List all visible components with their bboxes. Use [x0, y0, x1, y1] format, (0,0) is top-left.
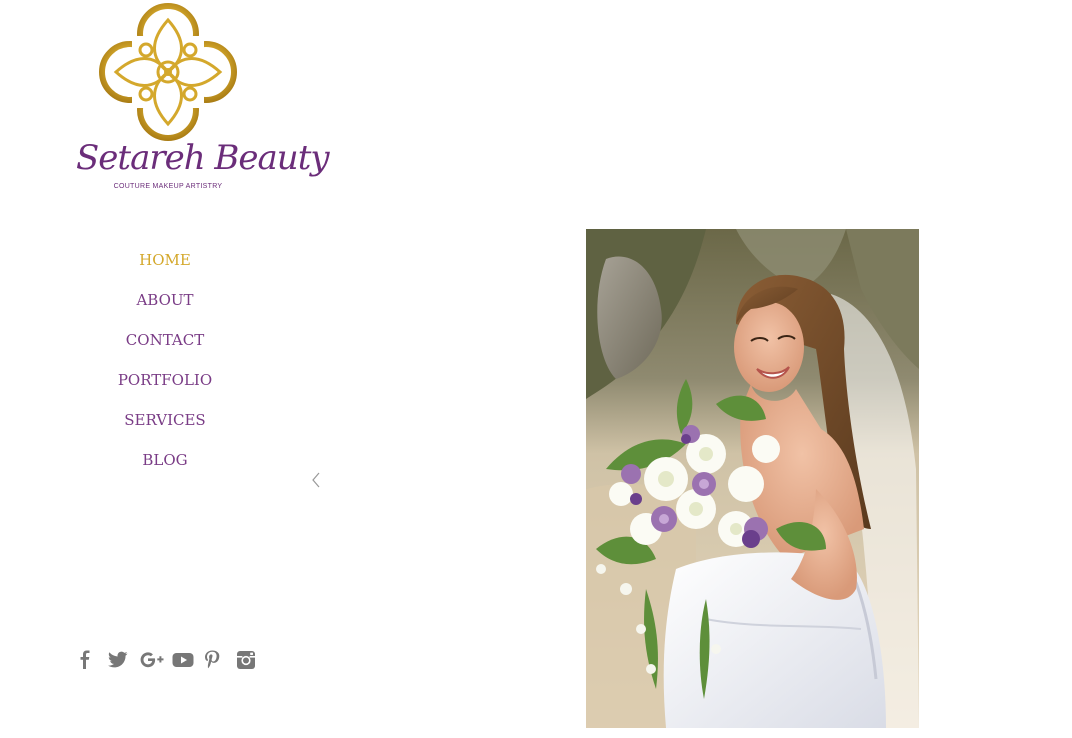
nav-item-services[interactable]: SERVICES [75, 406, 255, 446]
nav-item-about[interactable]: ABOUT [75, 286, 255, 326]
chevron-left-icon[interactable] [309, 471, 323, 489]
bride-with-bouquet-photo[interactable] [586, 229, 919, 728]
nav-item-portfolio[interactable]: PORTFOLIO [75, 366, 255, 406]
google-plus-icon[interactable] [140, 648, 172, 672]
instagram-icon[interactable] [236, 648, 268, 672]
ornament-emblem [99, 3, 237, 141]
site-logo[interactable]: Setareh Beauty COUTURE MAKEUP ARTISTRY [76, 0, 330, 198]
brand-name: Setareh Beauty [76, 138, 330, 178]
main-navigation: HOME ABOUT CONTACT PORTFOLIO SERVICES BL… [75, 246, 255, 486]
photo-illustration [586, 229, 919, 728]
social-links [76, 648, 268, 672]
pinterest-icon[interactable] [204, 648, 236, 672]
nav-item-blog[interactable]: BLOG [75, 446, 255, 486]
brand-tagline: COUTURE MAKEUP ARTISTRY [113, 183, 223, 190]
facebook-icon[interactable] [76, 648, 108, 672]
nav-item-contact[interactable]: CONTACT [75, 326, 255, 366]
youtube-icon[interactable] [172, 648, 204, 672]
nav-item-home[interactable]: HOME [75, 246, 255, 286]
twitter-icon[interactable] [108, 648, 140, 672]
